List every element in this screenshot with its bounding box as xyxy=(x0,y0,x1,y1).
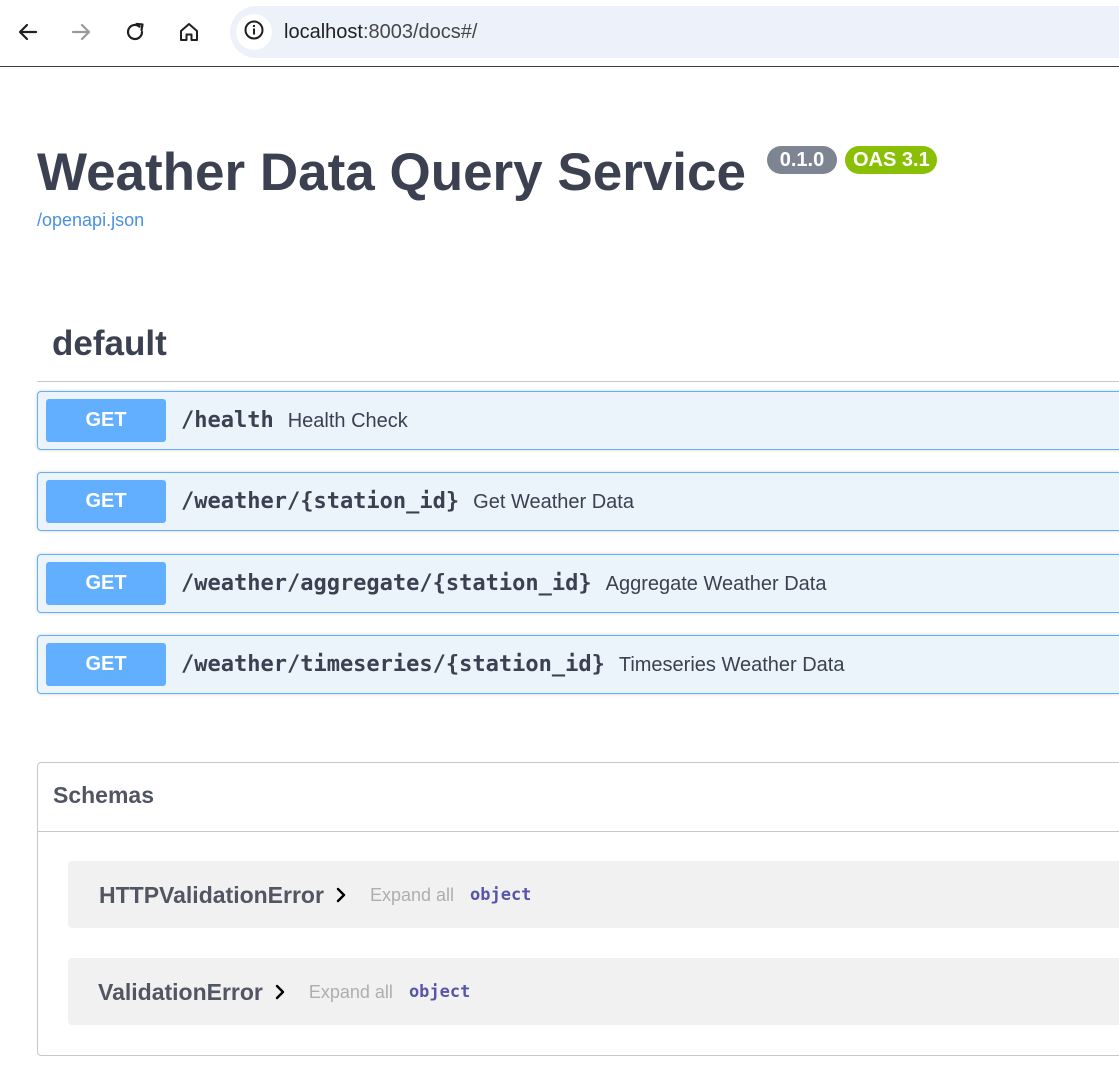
operation-summary: Health Check xyxy=(287,410,408,432)
tag-title-default[interactable]: default xyxy=(52,322,167,366)
operation-path: /weather/aggregate/{station_id} xyxy=(181,571,592,596)
model-type: object xyxy=(408,982,471,1002)
model-name[interactable]: HTTPValidationError xyxy=(99,881,324,909)
address-bar[interactable]: localhost:8003/docs#/ xyxy=(230,6,1119,58)
chevron-right-icon[interactable] xyxy=(332,886,350,904)
back-arrow-icon xyxy=(17,21,39,43)
operation-path: /weather/{station_id} xyxy=(181,489,460,514)
operation-path-row: /weather/timeseries/{station_id} Timeser… xyxy=(181,652,844,678)
url-host: localhost xyxy=(284,21,363,43)
schemas-title: Schemas xyxy=(53,782,155,808)
openapi-json-link[interactable]: /openapi.json xyxy=(37,209,144,231)
reload-icon xyxy=(124,21,146,43)
method-badge-get: GET xyxy=(46,562,166,605)
forward-button[interactable] xyxy=(63,14,99,50)
back-button[interactable] xyxy=(10,14,46,50)
schema-model-validationerror[interactable]: ValidationError Expand all object xyxy=(68,958,1119,1025)
method-badge-get: GET xyxy=(46,643,166,686)
reload-button[interactable] xyxy=(117,14,153,50)
method-badge-get: GET xyxy=(46,399,166,442)
url-text[interactable]: localhost:8003/docs#/ xyxy=(284,20,477,44)
model-row: ValidationError Expand all object xyxy=(98,978,470,1006)
page-title: Weather Data Query Service xyxy=(37,143,746,202)
operation-get-weather-station[interactable]: GET /weather/{station_id} Get Weather Da… xyxy=(37,472,1119,531)
tag-divider xyxy=(37,381,1119,382)
chevron-right-icon[interactable] xyxy=(271,983,289,1001)
home-button[interactable] xyxy=(171,14,207,50)
operation-path-row: /weather/aggregate/{station_id} Aggregat… xyxy=(181,571,827,597)
model-name[interactable]: ValidationError xyxy=(98,978,263,1006)
operation-get-weather-aggregate[interactable]: GET /weather/aggregate/{station_id} Aggr… xyxy=(37,554,1119,613)
site-info-button[interactable] xyxy=(236,14,272,50)
expand-all-button[interactable]: Expand all xyxy=(370,885,454,906)
expand-all-button[interactable]: Expand all xyxy=(309,982,393,1003)
schemas-section: Schemas HTTPValidationError Expand all o… xyxy=(37,762,1119,1056)
model-row: HTTPValidationError Expand all object xyxy=(99,881,531,909)
operation-summary: Aggregate Weather Data xyxy=(605,573,827,595)
operation-path: /health xyxy=(181,408,274,433)
operation-summary: Timeseries Weather Data xyxy=(618,654,845,676)
operation-path: /weather/timeseries/{station_id} xyxy=(181,652,605,677)
site-info-icon xyxy=(243,19,265,46)
method-badge-get: GET xyxy=(46,480,166,523)
browser-toolbar: localhost:8003/docs#/ xyxy=(0,0,1119,67)
url-path: :8003/docs#/ xyxy=(362,21,478,43)
operation-get-weather-timeseries[interactable]: GET /weather/timeseries/{station_id} Tim… xyxy=(37,635,1119,694)
operation-get-health[interactable]: GET /health Health Check xyxy=(37,391,1119,450)
operation-summary: Get Weather Data xyxy=(473,491,634,513)
model-type: object xyxy=(470,885,532,905)
operation-path-row: /weather/{station_id} Get Weather Data xyxy=(181,489,634,515)
version-badge: 0.1.0 xyxy=(767,146,837,174)
operation-path-row: /health Health Check xyxy=(181,408,408,434)
home-icon xyxy=(178,21,200,43)
schemas-header[interactable]: Schemas xyxy=(38,763,1119,832)
schema-model-httpvalidationerror[interactable]: HTTPValidationError Expand all object xyxy=(68,861,1119,928)
oas-badge: OAS 3.1 xyxy=(845,146,937,174)
forward-arrow-icon xyxy=(70,21,92,43)
